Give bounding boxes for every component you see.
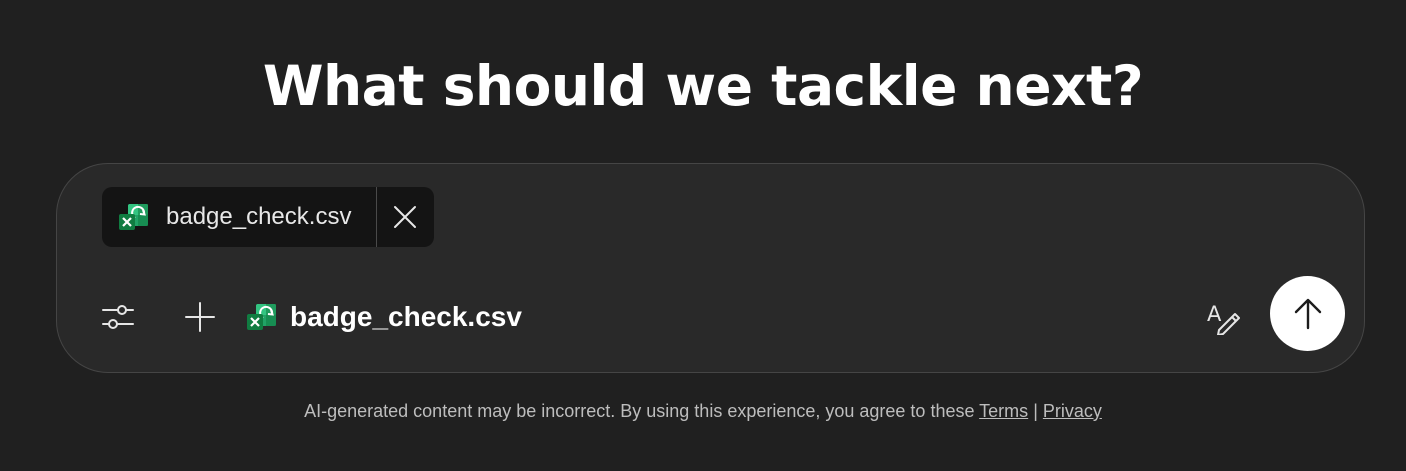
- send-button[interactable]: [1270, 276, 1345, 351]
- footer-disclaimer: AI-generated content may be incorrect. B…: [0, 401, 1406, 422]
- attached-file[interactable]: badge_check.csv: [246, 298, 522, 336]
- terms-link[interactable]: Terms: [979, 401, 1028, 421]
- page-title: What should we tackle next?: [262, 54, 1144, 118]
- privacy-link[interactable]: Privacy: [1043, 401, 1102, 421]
- attachment-file-name: badge_check.csv: [166, 203, 352, 230]
- attached-file-name: badge_check.csv: [290, 301, 522, 332]
- svg-text:A: A: [1207, 302, 1222, 326]
- prompt-composer[interactable]: badge_check.csv badge_check.csv A: [56, 163, 1365, 373]
- arrow-up-icon: [1294, 298, 1321, 329]
- footer-separator: |: [1033, 401, 1038, 421]
- rewrite-pen-icon[interactable]: A: [1205, 297, 1243, 335]
- plus-icon[interactable]: [183, 300, 217, 334]
- disclaimer-text: AI-generated content may be incorrect. B…: [304, 401, 975, 421]
- remove-attachment-button[interactable]: [377, 187, 433, 247]
- attachment-chip: badge_check.csv: [102, 187, 434, 247]
- attachment-chip-main[interactable]: badge_check.csv: [102, 187, 376, 247]
- excel-icon: [119, 204, 148, 230]
- sliders-icon[interactable]: [101, 300, 135, 334]
- excel-icon: [247, 304, 276, 330]
- close-icon: [394, 206, 416, 228]
